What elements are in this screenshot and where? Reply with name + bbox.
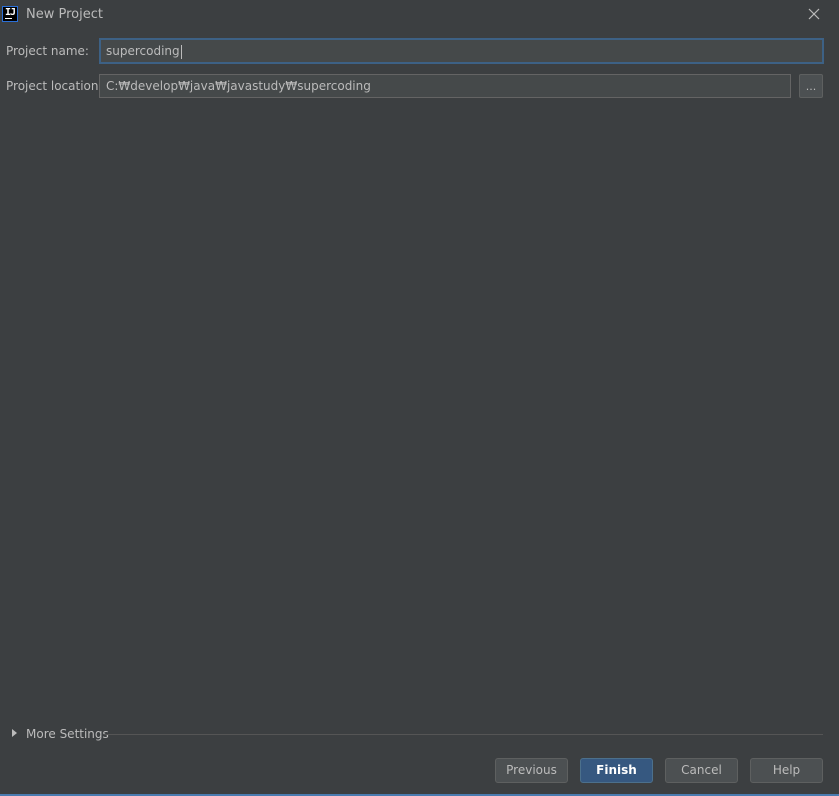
previous-button[interactable]: Previous <box>495 758 568 783</box>
project-location-value: C:₩develop₩java₩javastudy₩supercoding <box>106 79 371 93</box>
text-caret <box>180 44 182 59</box>
window-title: New Project <box>26 7 103 22</box>
title-bar: IJ New Project <box>0 0 839 29</box>
cancel-button[interactable]: Cancel <box>665 758 738 783</box>
project-name-input[interactable]: supercoding <box>99 38 824 64</box>
more-settings-label: More Settings <box>26 727 109 741</box>
project-name-label: Project name: <box>6 44 89 58</box>
close-button[interactable] <box>804 4 824 24</box>
project-location-input[interactable]: C:₩develop₩java₩javastudy₩supercoding <box>99 74 791 98</box>
new-project-dialog: IJ New Project Project name: supercoding… <box>0 0 839 796</box>
finish-button[interactable]: Finish <box>580 758 653 783</box>
expand-arrow-icon <box>12 729 17 737</box>
project-name-value: supercoding <box>106 44 180 58</box>
intellij-idea-icon: IJ <box>2 6 18 22</box>
more-settings-divider <box>104 734 823 735</box>
close-icon <box>808 8 820 20</box>
project-location-label: Project location: <box>6 79 103 93</box>
help-button[interactable]: Help <box>750 758 823 783</box>
browse-location-button[interactable]: ... <box>799 74 823 98</box>
